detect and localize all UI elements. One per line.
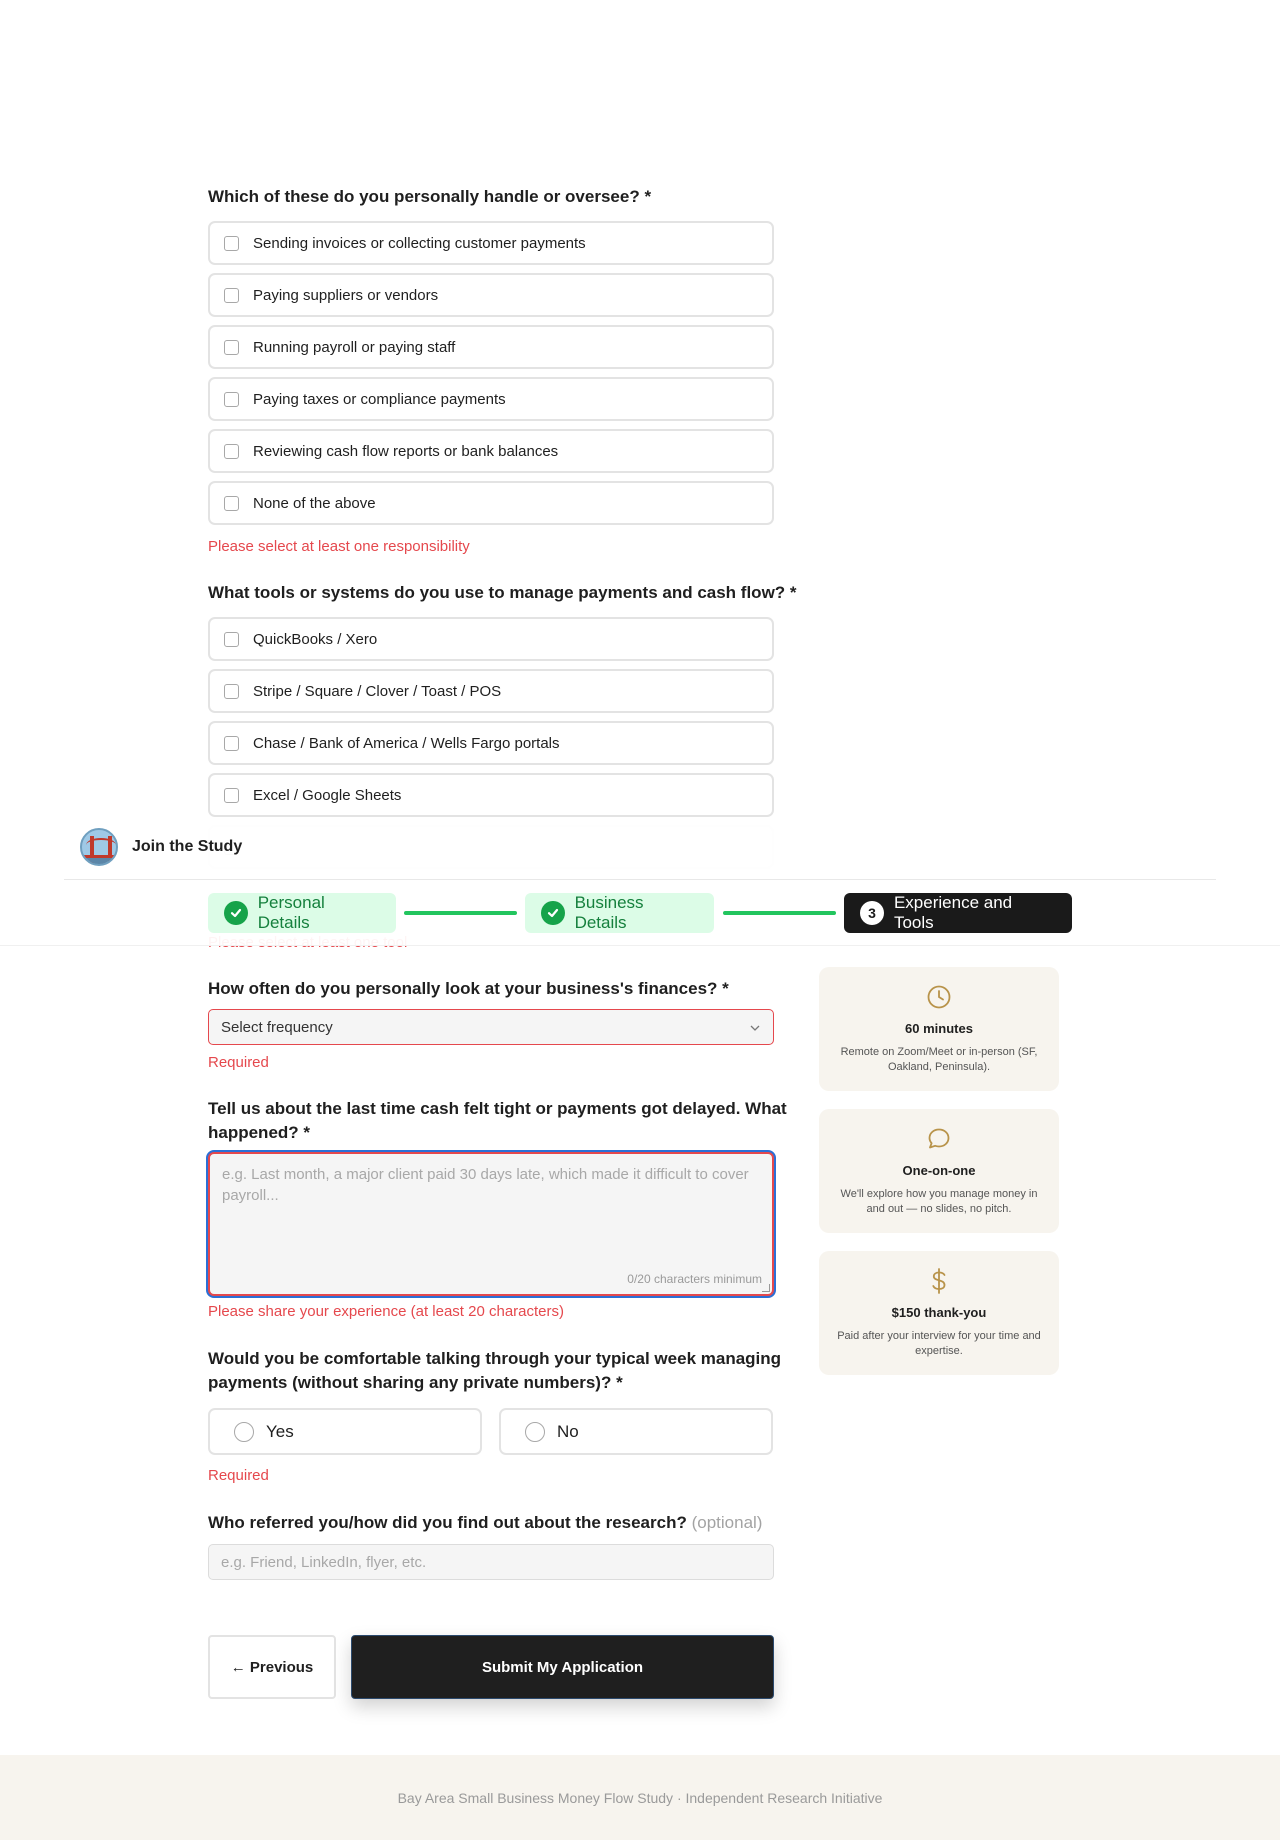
card-description: Paid after your interview for your time … [837,1330,1041,1357]
required-mark: * [303,1123,311,1142]
comfort-question-text: Would you be comfortable talking through… [208,1349,782,1392]
step-label: Personal Details [257,893,325,932]
step-experience-and-tools[interactable]: 3 Experience and Tools [844,893,1072,933]
header-bottom-border [0,945,1280,946]
responsibility-option-invoices[interactable]: Sending invoices or collecting customer … [208,221,774,265]
resize-handle-icon[interactable] [762,1284,770,1292]
character-counter: 0/20 characters minimum [627,1272,762,1286]
responsibility-option-none[interactable]: None of the above [208,481,774,525]
experience-error: Please share your experience (at least 2… [208,1303,565,1320]
checkbox[interactable] [224,391,239,407]
dollar-icon [926,1267,952,1295]
card-description: Remote on Zoom/Meet or in-person (SF, Oa… [840,1046,1038,1073]
tool-option-pos[interactable]: Stripe / Square / Clover / Toast / POS [208,669,774,713]
option-label: Excel / Google Sheets [253,786,402,804]
tools-question: What tools or systems do you use to mana… [208,581,797,605]
responsibility-option-suppliers[interactable]: Paying suppliers or vendors [208,273,774,317]
card-title: $150 thank-you [891,1305,987,1320]
submit-application-button[interactable]: Submit My Application [351,1635,774,1699]
checkbox[interactable] [224,735,239,751]
tool-option-spreadsheets[interactable]: Excel / Google Sheets [208,773,774,817]
step-connector [723,911,836,915]
referral-question-text: Who referred you/how did you find out ab… [208,1513,687,1532]
responsibility-option-taxes[interactable]: Paying taxes or compliance payments [208,377,774,421]
previous-button[interactable]: ← Previous [208,1635,336,1699]
chevron-down-icon [749,1019,761,1036]
step-label: Business Details [574,893,644,932]
experience-question-text: Tell us about the last time cash felt ti… [208,1099,787,1142]
card-title: One-on-one [902,1163,976,1178]
comfort-option-yes[interactable]: Yes [208,1408,482,1455]
required-mark: * [789,583,797,602]
option-label: Chase / Bank of America / Wells Fargo po… [253,734,560,752]
step-business-details[interactable]: Business Details [525,893,714,933]
checkbox[interactable] [224,631,239,647]
step-label: Experience and Tools [893,893,1013,932]
checkbox[interactable] [224,495,239,511]
required-mark: * [722,979,729,998]
option-label: Paying taxes or compliance payments [253,390,506,408]
optional-tag: (optional) [691,1513,763,1532]
brand[interactable]: Join the Study [80,828,242,866]
checkbox[interactable] [224,683,239,699]
chat-bubble-icon [926,1125,952,1153]
golden-gate-bridge-logo-icon [80,828,118,866]
frequency-select[interactable]: Select frequency [208,1009,774,1045]
sticky-header: Join the Study Personal Details Business… [0,820,1280,946]
frequency-error: Required [208,1054,269,1071]
card-description: We'll explore how you manage money in an… [840,1188,1038,1215]
step-personal-details[interactable]: Personal Details [208,893,396,933]
responsibilities-error: Please select at least one responsibilit… [208,538,470,555]
frequency-question-text: How often do you personally look at your… [208,979,718,998]
responsibilities-question: Which of these do you personally handle … [208,185,651,209]
footer: Bay Area Small Business Money Flow Study… [0,1755,1280,1840]
comfort-question: Would you be comfortable talking through… [208,1347,788,1395]
step-number: 3 [860,901,884,925]
experience-question: Tell us about the last time cash felt ti… [208,1097,788,1145]
clock-icon [926,983,952,1011]
info-card-incentive: $150 thank-you Paid after your interview… [819,1251,1059,1375]
responsibilities-question-text: Which of these do you personally handle … [208,187,640,206]
tools-question-text: What tools or systems do you use to mana… [208,583,786,602]
option-label: Stripe / Square / Clover / Toast / POS [253,682,502,700]
card-title: 60 minutes [905,1021,973,1036]
option-label: QuickBooks / Xero [253,630,378,648]
checkbox[interactable] [224,287,239,303]
option-label: Paying suppliers or vendors [253,286,439,304]
option-label: Reviewing cash flow reports or bank bala… [253,442,559,460]
header-divider [64,879,1216,880]
radio-label: No [557,1421,579,1441]
check-icon [224,901,248,925]
tool-option-bank-portals[interactable]: Chase / Bank of America / Wells Fargo po… [208,721,774,765]
comfort-error: Required [208,1467,269,1484]
option-label: Sending invoices or collecting customer … [253,234,586,252]
radio-label: Yes [266,1421,294,1441]
radio-button[interactable] [525,1421,545,1442]
info-card-format: One-on-one We'll explore how you manage … [819,1109,1059,1233]
option-label: Running payroll or paying staff [253,338,456,356]
checkbox[interactable] [224,443,239,459]
brand-name: Join the Study [132,838,243,855]
referral-question: Who referred you/how did you find out ab… [208,1511,762,1535]
referral-input[interactable]: e.g. Friend, LinkedIn, flyer, etc. [208,1544,774,1580]
check-icon [541,901,565,925]
checkbox[interactable] [224,787,239,803]
comfort-option-no[interactable]: No [499,1408,773,1455]
responsibility-option-payroll[interactable]: Running payroll or paying staff [208,325,774,369]
option-label: None of the above [253,494,376,512]
experience-textarea[interactable]: e.g. Last month, a major client paid 30 … [208,1152,774,1296]
checkbox[interactable] [224,235,239,251]
frequency-select-value: Select frequency [221,1018,333,1036]
footer-text: Bay Area Small Business Money Flow Study… [397,1789,883,1806]
tool-option-quickbooks[interactable]: QuickBooks / Xero [208,617,774,661]
frequency-question: How often do you personally look at your… [208,977,729,1001]
required-mark: * [644,187,652,206]
required-mark: * [616,1373,623,1392]
radio-button[interactable] [234,1421,254,1442]
step-connector [404,911,517,915]
responsibility-option-cashflow[interactable]: Reviewing cash flow reports or bank bala… [208,429,774,473]
info-card-duration: 60 minutes Remote on Zoom/Meet or in-per… [819,967,1059,1091]
experience-placeholder: e.g. Last month, a major client paid 30 … [222,1166,749,1204]
checkbox[interactable] [224,339,239,355]
